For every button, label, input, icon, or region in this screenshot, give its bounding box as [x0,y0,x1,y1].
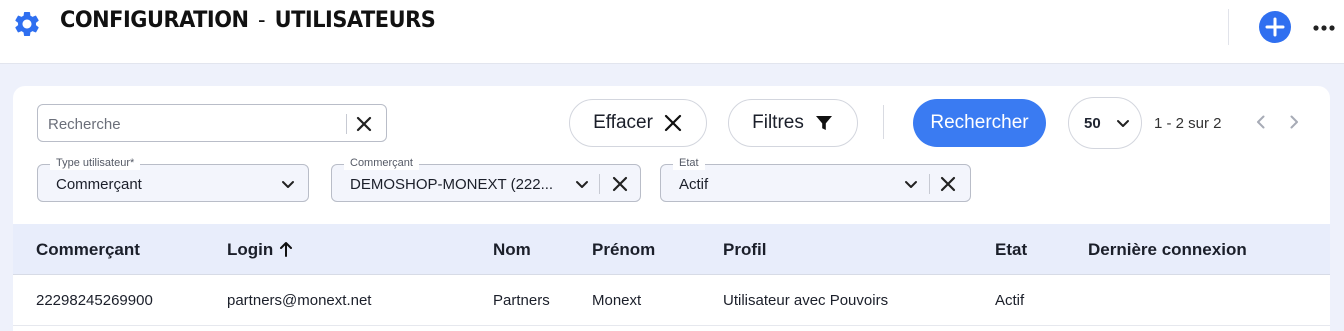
status-value: Actif [679,176,709,193]
previous-page-icon[interactable] [1252,113,1270,131]
clear-filters-label: Effacer [593,112,653,133]
search-input[interactable] [48,114,328,134]
status-select[interactable]: Etat Actif [660,157,971,202]
cell-last-name: Partners [493,292,550,309]
add-user-button[interactable] [1259,11,1291,43]
column-header-merchant[interactable]: Commerçant [36,240,140,260]
user-type-label: Type utilisateur* [50,157,141,170]
chevron-down-icon [1116,120,1129,127]
clear-status-icon[interactable] [938,174,958,194]
cell-status: Actif [995,292,1025,309]
cell-first-name: Monext [592,292,642,309]
merchant-select[interactable]: Commerçant DEMOSHOP-MONEXT (222... [331,157,641,202]
chevron-down-icon [905,181,917,188]
column-header-login[interactable]: Login [227,240,293,260]
top-bar: CONFIGURATION - UTILISATEURS [0,0,1344,64]
clear-search-icon[interactable] [354,114,374,134]
column-header-first-name[interactable]: Prénom [592,240,655,260]
cell-login: partners@monext.net [227,292,372,309]
page-size-select[interactable]: 50 [1068,97,1142,149]
clear-filters-button[interactable]: Effacer [569,99,707,147]
status-label: Etat [673,157,705,170]
users-panel: Effacer Filtres Rechercher 50 1 - 2 sur … [13,86,1330,331]
merchant-divider [599,174,600,194]
column-header-last-login[interactable]: Dernière connexion [1088,240,1247,260]
cell-merchant: 22298245269900 [36,292,153,309]
clear-merchant-icon[interactable] [610,174,630,194]
filters-button[interactable]: Filtres [728,99,858,147]
pagination-range: 1 - 2 sur 2 [1154,115,1222,132]
chevron-down-icon [576,181,588,188]
merchant-label: Commerçant [344,157,419,170]
page-size-value: 50 [1084,114,1101,132]
status-divider [929,174,930,194]
next-page-icon[interactable] [1285,113,1303,131]
search-button[interactable]: Rechercher [913,99,1046,147]
more-options-icon[interactable] [1311,19,1337,35]
column-header-profile[interactable]: Profil [723,240,766,260]
search-divider [346,114,347,134]
column-header-login-label: Login [227,240,274,259]
close-icon [664,114,682,132]
filter-funnel-icon [815,116,832,130]
chevron-down-icon [282,181,294,188]
user-type-select[interactable]: Type utilisateur* Commerçant [37,157,309,202]
gear-icon [15,11,39,36]
user-type-value: Commerçant [56,176,142,193]
page-title-sub: UTILISATEURS [274,8,436,33]
page-title: CONFIGURATION - UTILISATEURS [60,8,436,33]
search-box [37,104,387,142]
page-title-separator: - [258,8,266,33]
sort-ascending-icon [280,242,293,257]
table-row[interactable]: 22298245269900 partners@monext.net Partn… [13,276,1330,326]
column-header-status[interactable]: Etat [995,240,1027,260]
filters-label: Filtres [752,112,804,133]
search-button-label: Rechercher [930,112,1029,133]
toolbar-divider [883,105,884,139]
merchant-value: DEMOSHOP-MONEXT (222... [350,176,554,193]
cell-profile: Utilisateur avec Pouvoirs [723,292,889,309]
column-header-last-name[interactable]: Nom [493,240,531,260]
plus-icon [1265,17,1285,37]
table-header: Commerçant Login Nom Prénom Profil Etat … [13,224,1330,275]
header-divider [1228,9,1229,45]
page-title-main: CONFIGURATION [60,8,249,33]
